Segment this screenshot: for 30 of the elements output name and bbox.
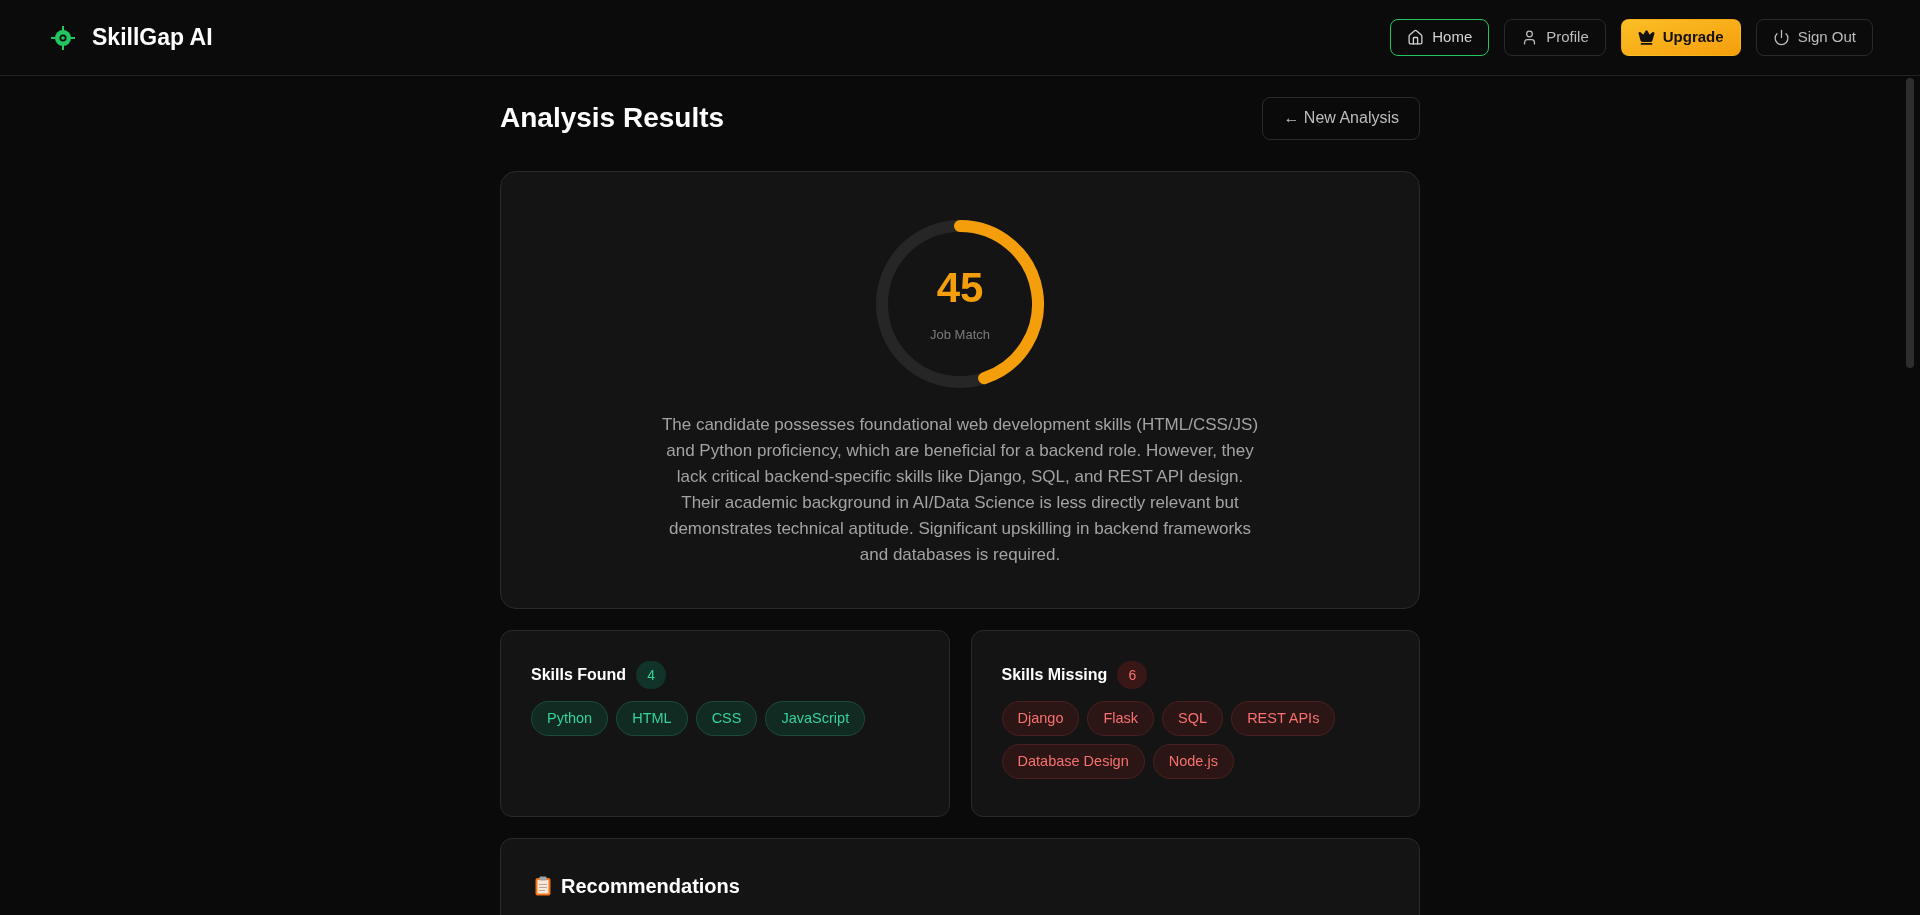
power-icon xyxy=(1772,29,1790,46)
skill-tag: REST APIs xyxy=(1231,701,1336,736)
skill-tag: Python xyxy=(531,701,609,736)
count-badge: 6 xyxy=(1117,661,1148,689)
nav-button[interactable]: Upgrade xyxy=(1620,19,1741,56)
skill-tag: Flask xyxy=(1087,701,1155,736)
house-icon xyxy=(1407,29,1425,46)
brand-name: SkillGap AI xyxy=(92,23,213,53)
skill-tag: Node.js xyxy=(1152,744,1234,779)
skill-tag: CSS xyxy=(695,701,758,736)
score-value: 45 xyxy=(936,267,984,310)
recommendations-title: Recommendations xyxy=(561,874,740,899)
crown-icon xyxy=(1637,29,1655,46)
nav-button[interactable]: Profile xyxy=(1504,19,1606,56)
count-badge: 4 xyxy=(636,661,667,689)
page-title: Analysis Results xyxy=(500,101,725,135)
target-icon xyxy=(50,24,76,51)
skill-tag: Django xyxy=(1001,701,1080,736)
score-label: Job Match xyxy=(930,326,990,345)
skill-tag: HTML xyxy=(616,701,688,736)
skills-title: Skills Found xyxy=(531,665,627,685)
nav-button[interactable]: Home xyxy=(1390,19,1490,56)
summary-text: The candidate possesses foundational web development skills (HTML/CSS/JS) and Python proficiency, which are beneficial for a backend role. However, they lack critical backend-specific skills like Django, SQL, and REST API design. Their academic background in AI/Data Science is less directly relevant but demonstrates technical aptitude. Significant upskilling in backend frameworks and databases is required. xyxy=(660,414,1260,566)
skill-tag: Database Design xyxy=(1001,744,1145,779)
skill-tag: SQL xyxy=(1162,701,1224,736)
skills-title: Skills Missing xyxy=(1001,665,1108,685)
skill-tag: JavaScript xyxy=(765,701,866,736)
nav-button[interactable]: Sign Out xyxy=(1755,19,1873,56)
new-analysis-button[interactable]: ← New Analysis xyxy=(1262,96,1420,140)
clipboard-icon xyxy=(535,876,551,896)
